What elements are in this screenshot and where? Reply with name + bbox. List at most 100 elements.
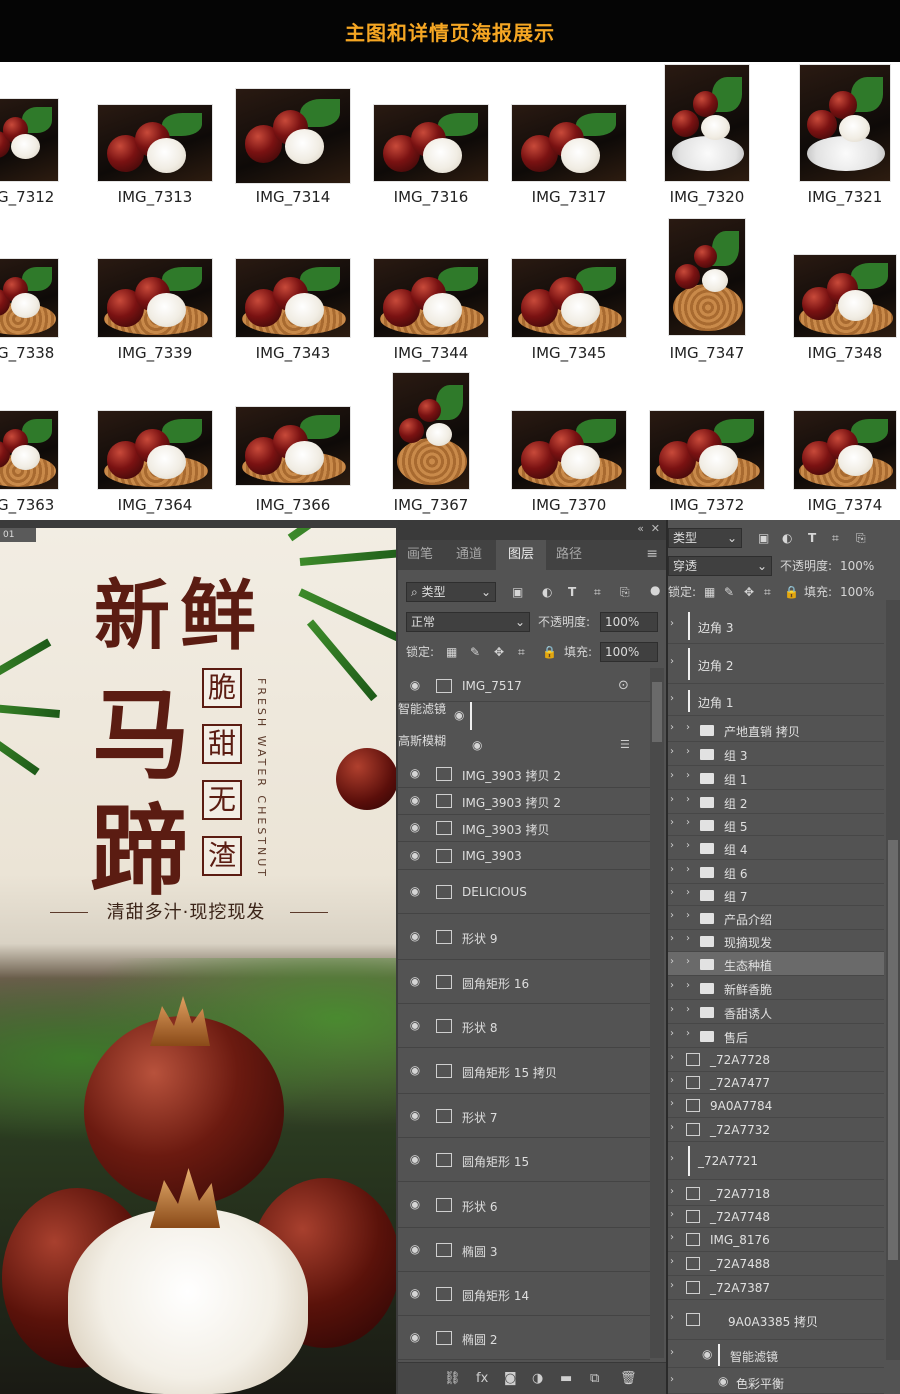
layer-row[interactable]: ◉ IMG_7517 ⊙ — [398, 670, 650, 702]
expand-arrow-icon[interactable]: › — [670, 956, 674, 967]
opacity-input[interactable]: 100% — [600, 612, 658, 632]
panel-tab[interactable]: 图层 — [496, 540, 546, 570]
visibility-eye-icon[interactable]: ◉ — [408, 1108, 422, 1122]
visibility-eye-icon[interactable]: ◉ — [718, 1374, 728, 1388]
panel-tab[interactable]: 通道 — [442, 540, 496, 570]
layer-row[interactable]: › 9A0A3385 拷贝 — [668, 1300, 884, 1340]
layer-row[interactable]: ◉ 椭圆 2 — [398, 1316, 650, 1360]
expand-arrow-icon[interactable]: › — [670, 1098, 674, 1109]
layer-group-row[interactable]: › › 售后 — [668, 1024, 884, 1048]
chevron-right-icon[interactable]: › — [686, 840, 690, 851]
thumbnail-image[interactable] — [392, 372, 470, 490]
layer-row[interactable]: ◉ 圆角矩形 14 — [398, 1272, 650, 1316]
shape-filter-icon[interactable]: ⌗ — [594, 582, 601, 602]
thumbnail[interactable]: IMG_7366 — [224, 62, 362, 520]
filter-options-icon[interactable]: ☰ — [620, 738, 630, 751]
chevron-right-icon[interactable]: › — [686, 887, 690, 898]
visibility-eye-icon[interactable]: ◉ — [408, 929, 422, 943]
panel-tab[interactable]: 画笔 — [398, 540, 442, 570]
layer-row[interactable]: ◉ 圆角矩形 15 拷贝 — [398, 1048, 650, 1094]
layer-row[interactable]: › _72A7718 — [668, 1182, 884, 1206]
scrollbar-thumb[interactable] — [888, 840, 898, 1260]
expand-arrow-icon[interactable]: › — [670, 1052, 674, 1063]
thumbnail-image[interactable] — [235, 406, 351, 486]
visibility-eye-icon[interactable]: ◉ — [408, 974, 422, 988]
chevron-right-icon[interactable]: › — [686, 770, 690, 781]
expand-arrow-icon[interactable]: › — [670, 887, 674, 898]
layer-row[interactable]: ◉ 椭圆 3 — [398, 1228, 650, 1272]
chevron-right-icon[interactable]: › — [686, 1004, 690, 1015]
visibility-eye-icon[interactable]: ◉ — [408, 1197, 422, 1211]
expand-arrow-icon[interactable]: › — [670, 618, 674, 629]
visibility-eye-icon[interactable]: ◉ — [408, 1018, 422, 1032]
chevron-right-icon[interactable]: › — [686, 722, 690, 733]
visibility-eye-icon[interactable]: ◉ — [408, 678, 422, 692]
expand-arrow-icon[interactable]: › — [670, 980, 674, 991]
layer-row[interactable]: › _72A7477 — [668, 1072, 884, 1094]
chevron-right-icon[interactable]: › — [686, 817, 690, 828]
visibility-eye-icon[interactable]: ◉ — [408, 820, 422, 834]
layer-row[interactable]: › _72A7387 — [668, 1276, 884, 1300]
thumbnail[interactable]: IMG_7370 — [500, 62, 638, 520]
chevron-right-icon[interactable]: › — [686, 910, 690, 921]
adjustment-filter-icon[interactable]: ◐ — [542, 582, 552, 602]
layer-row[interactable]: › _72A7488 — [668, 1252, 884, 1276]
layer-group-row[interactable]: › › 产地直销 拷贝 — [668, 718, 884, 742]
layer-row[interactable]: › ◉ 色彩平衡 — [668, 1370, 884, 1394]
thumbnail-image[interactable] — [793, 410, 897, 490]
expand-arrow-icon[interactable]: › — [670, 1232, 674, 1243]
expand-arrow-icon[interactable]: › — [670, 864, 674, 875]
layer-row[interactable]: ◉ DELICIOUS — [398, 870, 650, 914]
layer-group-row[interactable]: › › 组 1 — [668, 766, 884, 790]
fill-input[interactable]: 100% — [600, 642, 658, 662]
visibility-eye-icon[interactable]: ◉ — [408, 1063, 422, 1077]
expand-arrow-icon[interactable]: › — [670, 693, 674, 704]
layer-group-row[interactable]: › › 组 5 — [668, 814, 884, 836]
layer-group-row[interactable]: › › 组 3 — [668, 742, 884, 766]
layer-row[interactable]: ◉ 形状 7 — [398, 1094, 650, 1138]
visibility-eye-icon[interactable]: ◉ — [408, 1242, 422, 1256]
expand-arrow-icon[interactable]: › — [670, 1374, 674, 1385]
lock-position-icon[interactable]: ✥ — [494, 642, 504, 662]
visibility-eye-icon[interactable]: ◉ — [408, 1330, 422, 1344]
opacity-value[interactable]: 100% — [840, 556, 874, 576]
lock-transparency-icon[interactable]: ▦ — [704, 582, 715, 602]
expand-arrow-icon[interactable]: › — [670, 910, 674, 921]
thumbnail[interactable]: IMG_7367 — [362, 62, 500, 520]
chevron-right-icon[interactable]: › — [686, 746, 690, 757]
filter-toggle-icon[interactable]: ● — [650, 580, 660, 600]
thumbnail-image[interactable] — [97, 410, 213, 490]
layer-row[interactable]: ◉ IMG_3903 拷贝 2 — [398, 788, 650, 815]
chevron-right-icon[interactable]: › — [686, 980, 690, 991]
lock-pixels-icon[interactable]: ✎ — [470, 642, 480, 662]
expand-arrow-icon[interactable]: › — [670, 1004, 674, 1015]
adjustment-filter-icon[interactable]: ◐ — [782, 528, 792, 548]
expand-arrow-icon[interactable]: › — [670, 817, 674, 828]
layer-row[interactable]: ◉ IMG_3903 拷贝 — [398, 815, 650, 842]
fx-icon[interactable]: fx — [476, 1371, 488, 1386]
layer-row[interactable]: › 9A0A7784 — [668, 1094, 884, 1118]
chevron-right-icon[interactable]: › — [686, 1028, 690, 1039]
layer-row[interactable]: ◉ IMG_3903 拷贝 2 — [398, 760, 650, 788]
mask-icon[interactable]: ◙ — [504, 1371, 517, 1386]
thumbnail-image[interactable] — [649, 410, 765, 490]
lock-transparency-icon[interactable]: ▦ — [446, 642, 457, 662]
collapse-icon[interactable]: « — [637, 522, 644, 535]
visibility-eye-icon[interactable]: ◉ — [454, 708, 464, 722]
layer-group-row[interactable]: › › 组 6 — [668, 860, 884, 884]
thumbnail-image[interactable] — [0, 410, 59, 490]
expand-arrow-icon[interactable]: › — [670, 933, 674, 944]
layer-group-row[interactable]: › › 组 7 — [668, 884, 884, 906]
expand-arrow-icon[interactable]: › — [670, 840, 674, 851]
expand-arrow-icon[interactable]: › — [670, 1028, 674, 1039]
layer-row[interactable]: › IMG_8176 — [668, 1228, 884, 1252]
visibility-eye-icon[interactable]: ◉ — [408, 884, 422, 898]
scrollbar-thumb[interactable] — [652, 682, 662, 742]
layer-row[interactable]: ◉ IMG_3903 — [398, 842, 650, 870]
expand-arrow-icon[interactable]: › — [670, 1347, 674, 1358]
expand-arrow-icon[interactable]: › — [670, 794, 674, 805]
expand-arrow-icon[interactable]: › — [670, 1186, 674, 1197]
layer-row[interactable]: › 边角 2 — [668, 644, 884, 684]
new-layer-icon[interactable]: ⧉ — [590, 1371, 599, 1386]
layer-group-row[interactable]: › › 组 4 — [668, 836, 884, 860]
